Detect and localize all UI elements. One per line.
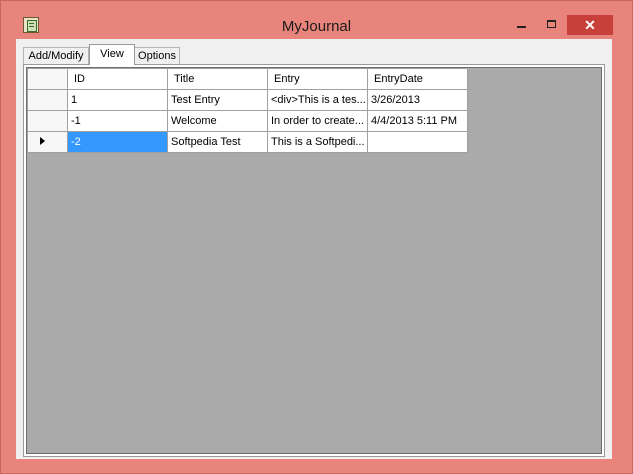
row-header[interactable] bbox=[27, 110, 68, 132]
column-header-entrydate[interactable]: EntryDate bbox=[367, 68, 468, 90]
column-header-entry[interactable]: Entry bbox=[267, 68, 368, 90]
minimize-button[interactable] bbox=[508, 15, 534, 35]
close-button[interactable]: ✕ bbox=[567, 15, 613, 35]
cell-title[interactable]: Test Entry bbox=[167, 89, 268, 111]
table-row[interactable]: 1 Test Entry <div>This is a tes... 3/26/… bbox=[27, 89, 468, 111]
cell-title[interactable]: Softpedia Test bbox=[167, 131, 268, 153]
current-row-arrow-icon bbox=[40, 137, 45, 145]
client-area: Add/Modify View Options ID Title Entry E bbox=[16, 39, 612, 459]
cell-entry[interactable]: This is a Softpedi... bbox=[267, 131, 368, 153]
cell-id-selected[interactable]: -2 bbox=[67, 131, 168, 153]
tab-options[interactable]: Options bbox=[134, 47, 180, 64]
cell-id[interactable]: -1 bbox=[67, 110, 168, 132]
column-header-id[interactable]: ID bbox=[67, 68, 168, 90]
entries-table: ID Title Entry EntryDate 1 Test Entry <d… bbox=[27, 68, 468, 153]
close-icon: ✕ bbox=[584, 17, 596, 33]
select-all-corner[interactable] bbox=[27, 68, 68, 90]
cell-entrydate[interactable]: 4/4/2013 5:11 PM bbox=[367, 110, 468, 132]
row-header-current[interactable] bbox=[27, 131, 68, 153]
title-bar[interactable]: MyJournal ✕ bbox=[1, 1, 632, 39]
app-window: MyJournal ✕ Add/Modify View Options ID T… bbox=[0, 0, 633, 474]
column-header-title[interactable]: Title bbox=[167, 68, 268, 90]
tab-view[interactable]: View bbox=[89, 44, 135, 65]
maximize-button[interactable] bbox=[538, 15, 564, 35]
cell-title[interactable]: Welcome bbox=[167, 110, 268, 132]
cell-entry[interactable]: In order to create... bbox=[267, 110, 368, 132]
view-tab-panel: ID Title Entry EntryDate 1 Test Entry <d… bbox=[23, 64, 605, 457]
cell-id[interactable]: 1 bbox=[67, 89, 168, 111]
row-header[interactable] bbox=[27, 89, 68, 111]
table-row[interactable]: -1 Welcome In order to create... 4/4/201… bbox=[27, 110, 468, 132]
minimize-icon bbox=[516, 26, 526, 28]
cell-entrydate[interactable] bbox=[367, 131, 468, 153]
tab-add-modify[interactable]: Add/Modify bbox=[23, 47, 89, 64]
cell-entrydate[interactable]: 3/26/2013 bbox=[367, 89, 468, 111]
cell-entry[interactable]: <div>This is a tes... bbox=[267, 89, 368, 111]
table-row[interactable]: -2 Softpedia Test This is a Softpedi... bbox=[27, 131, 468, 153]
maximize-icon bbox=[546, 20, 556, 28]
entries-data-grid[interactable]: ID Title Entry EntryDate 1 Test Entry <d… bbox=[26, 67, 602, 454]
